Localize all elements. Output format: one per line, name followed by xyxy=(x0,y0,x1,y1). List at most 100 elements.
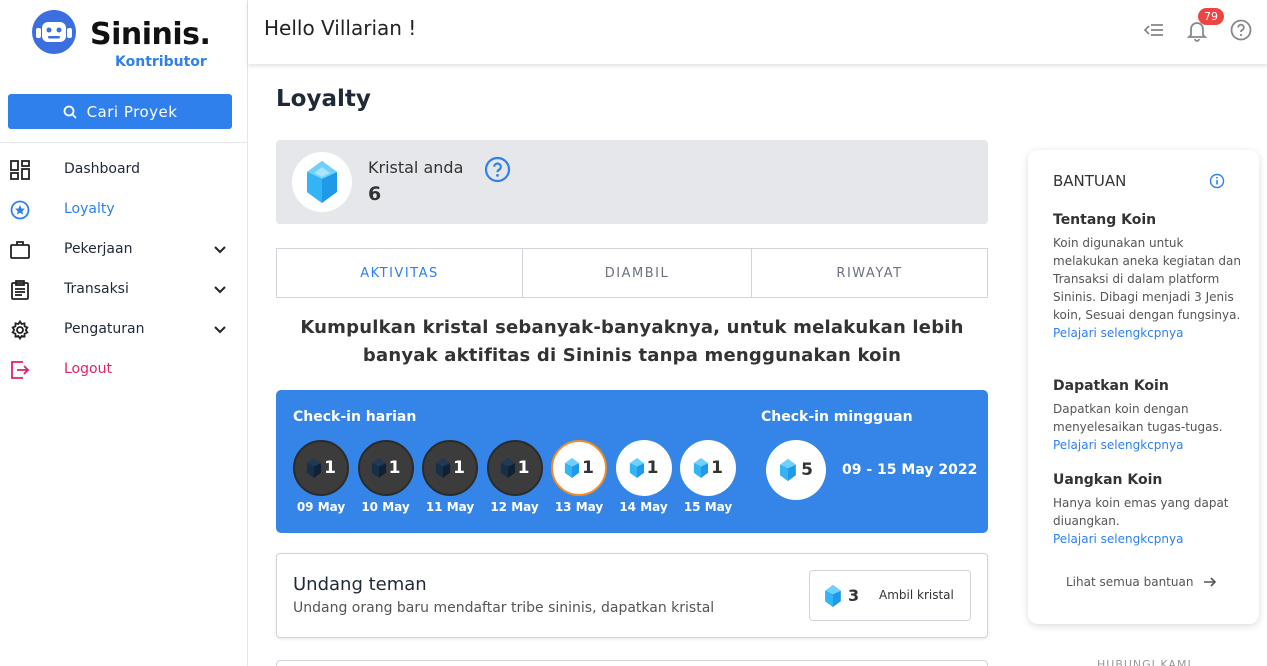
sidebar-item-label: Transaksi xyxy=(64,281,129,297)
crystal-icon xyxy=(780,459,796,481)
crystal-label: Kristal anda xyxy=(368,158,464,177)
collapse-menu-icon[interactable] xyxy=(1142,18,1166,42)
promo-line-1: Kumpulkan kristal sebanyak-banyaknya, un… xyxy=(300,317,964,338)
sidebar-divider xyxy=(0,142,248,143)
help-section-uangkan-koin: Uangkan Koin Hanya koin emas yang dapat … xyxy=(1053,472,1243,546)
chevron-down-icon[interactable] xyxy=(212,242,228,258)
robot-logo-icon xyxy=(32,10,76,54)
sidebar-item-dashboard[interactable]: Dashboard xyxy=(0,150,248,190)
daily-checkin-count: 1 xyxy=(388,458,401,478)
daily-checkin-count: 1 xyxy=(324,458,336,478)
arrow-right-icon xyxy=(1204,577,1217,587)
daily-checkin-circle: 1 xyxy=(551,440,607,496)
search-project-label: Cari Proyek xyxy=(86,102,178,121)
clipboard-icon xyxy=(11,280,29,300)
daily-checkin-day[interactable]: 1 13 May xyxy=(551,440,607,514)
weekly-date-range: 09 - 15 May 2022 xyxy=(842,462,978,478)
crystal-icon xyxy=(825,585,841,607)
daily-checkin-day: 1 11 May xyxy=(422,440,478,514)
daily-checkin-date: 13 May xyxy=(554,500,604,514)
sidebar-nav: Dashboard Loyalty Pekerjaan Transaksi Pe… xyxy=(0,150,248,390)
page-title: Loyalty xyxy=(276,86,371,112)
crystal-icon xyxy=(500,458,515,478)
daily-checkin-count: 1 xyxy=(517,458,530,478)
weekly-reward-count: 5 xyxy=(801,460,813,480)
daily-checkin-date: 14 May xyxy=(619,500,668,514)
sidebar-item-transaksi[interactable]: Transaksi xyxy=(0,270,248,310)
chevron-down-icon[interactable] xyxy=(212,282,228,298)
daily-checkin-date: 09 May xyxy=(296,500,346,514)
sidebar-item-label: Logout xyxy=(64,361,112,377)
help-section-tentang-koin: Tentang Koin Koin digunakan untuk melaku… xyxy=(1053,212,1243,340)
next-activity-card xyxy=(276,660,988,666)
tab-diambil[interactable]: DIAMBIL xyxy=(523,249,752,297)
daily-checkin-count: 1 xyxy=(646,458,659,478)
crystal-icon xyxy=(371,458,386,478)
sidebar-item-pengaturan[interactable]: Pengaturan xyxy=(0,310,248,350)
help-learn-more-link[interactable]: Pelajari selengkcpnya xyxy=(1053,532,1243,546)
help-title: BANTUAN xyxy=(1053,172,1127,190)
question-icon[interactable] xyxy=(484,156,511,183)
daily-checkin-count: 1 xyxy=(582,458,594,478)
help-learn-more-link[interactable]: Pelajari selengkcpnya xyxy=(1053,438,1243,452)
daily-checkin-count: 1 xyxy=(711,458,723,478)
daily-checkin-date: 10 May xyxy=(361,500,410,514)
daily-checkin-date: 11 May xyxy=(425,500,475,514)
briefcase-icon xyxy=(10,241,30,259)
greeting-text: Hello Villarian ! xyxy=(264,16,417,40)
sidebar-item-label: Pengaturan xyxy=(64,321,145,337)
daily-checkin-date: 15 May xyxy=(683,500,733,514)
top-header: Hello Villarian ! 79 xyxy=(248,0,1267,64)
help-learn-more-link[interactable]: Pelajari selengkcpnya xyxy=(1053,326,1243,340)
help-section-heading: Uangkan Koin xyxy=(1053,472,1163,488)
crystal-icon xyxy=(436,458,451,478)
chevron-down-icon[interactable] xyxy=(212,322,228,338)
sidebar-item-label: Dashboard xyxy=(64,161,140,177)
checkin-panel: Check-in harian Check-in mingguan 1 09 Ma… xyxy=(276,390,988,533)
contact-us-heading: HUBUNGI KAMI xyxy=(1097,658,1192,666)
logout-icon xyxy=(11,361,30,379)
help-section-body: Hanya koin emas yang dapat diuangkan. xyxy=(1053,496,1229,528)
loyalty-tabs: AKTIVITAS DIAMBIL RIWAYAT xyxy=(276,248,988,298)
weekly-checkin-title: Check-in mingguan xyxy=(761,409,913,425)
help-section-heading: Dapatkan Koin xyxy=(1053,378,1169,394)
daily-checkin-circle: 1 xyxy=(680,440,736,496)
crystal-icon xyxy=(565,458,580,478)
daily-checkin-day: 1 14 May xyxy=(615,440,672,514)
dashboard-icon xyxy=(10,160,30,180)
help-section-dapatkan-koin: Dapatkan Koin Dapatkan koin dengan menye… xyxy=(1053,378,1243,452)
daily-checkin-circle: 1 xyxy=(486,440,543,496)
crystal-icon xyxy=(694,458,709,478)
claim-crystal-button[interactable]: 3 Ambil kristal xyxy=(809,570,971,621)
brand-subtitle: Kontributor xyxy=(115,54,207,70)
daily-checkin-day: 1 10 May xyxy=(357,440,414,514)
sidebar-item-label: Loyalty xyxy=(64,201,115,217)
daily-checkin-circle: 1 xyxy=(422,440,478,496)
search-project-button[interactable]: Cari Proyek xyxy=(8,94,232,129)
daily-checkin-date: 12 May xyxy=(490,500,539,514)
sidebar-item-logout[interactable]: Logout xyxy=(0,350,248,390)
sidebar-item-loyalty[interactable]: Loyalty xyxy=(0,190,248,230)
tab-aktivitas[interactable]: AKTIVITAS xyxy=(277,249,523,297)
help-icon[interactable] xyxy=(1229,18,1253,42)
help-section-body: Dapatkan koin dengan menyelesaikan tugas… xyxy=(1053,402,1223,434)
weekly-checkin-reward[interactable]: 5 xyxy=(766,440,826,500)
invite-friend-card: Undang teman Undang orang baru mendaftar… xyxy=(276,553,988,638)
invite-reward-count: 3 xyxy=(848,586,860,605)
claim-crystal-label: Ambil kristal xyxy=(879,588,954,602)
tab-riwayat[interactable]: RIWAYAT xyxy=(752,249,987,297)
brand-name: Sininis. xyxy=(90,17,211,52)
brand[interactable]: Sininis. Kontributor xyxy=(30,8,230,74)
daily-checkin-day: 1 15 May xyxy=(680,440,736,514)
daily-checkin-title: Check-in harian xyxy=(293,409,417,425)
daily-checkin-circle: 1 xyxy=(357,440,414,496)
search-icon xyxy=(63,105,77,119)
invite-title: Undang teman xyxy=(293,574,427,595)
crystal-balance-card: Kristal anda 6 xyxy=(276,140,988,224)
crystal-value: 6 xyxy=(368,183,382,205)
sidebar-item-pekerjaan[interactable]: Pekerjaan xyxy=(0,230,248,270)
see-all-help-link[interactable]: Lihat semua bantuan xyxy=(1066,575,1217,589)
sidebar: Sininis. Kontributor Cari Proyek Dashboa… xyxy=(0,0,248,666)
daily-checkin-day: 1 09 May xyxy=(293,440,349,514)
info-icon[interactable] xyxy=(1209,173,1225,189)
